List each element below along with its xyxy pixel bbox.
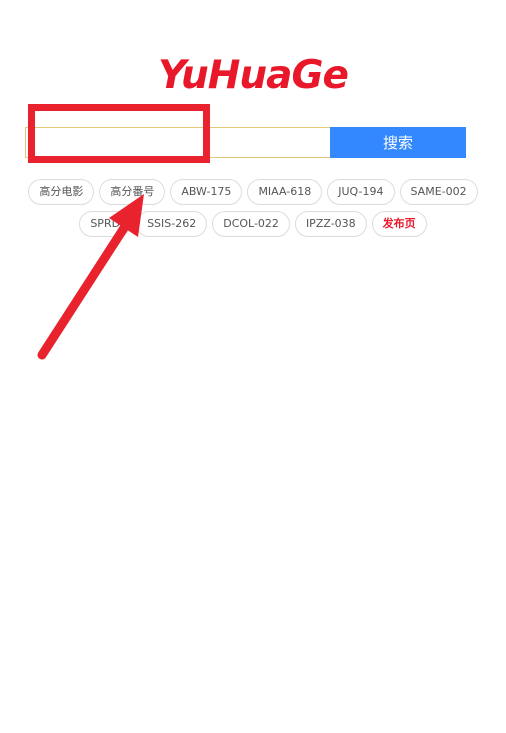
tag-high-score-codes[interactable]: 高分番号 — [99, 179, 166, 205]
tag-abw-175[interactable]: ABW-175 — [170, 179, 243, 205]
tag-dcol-022[interactable]: DCOL-022 — [212, 211, 290, 237]
tag-high-score-movies[interactable]: 高分电影 — [28, 179, 95, 205]
search-form: 搜索 — [25, 127, 466, 158]
search-button[interactable]: 搜索 — [330, 127, 466, 158]
tag-ssis-262[interactable]: SSIS-262 — [136, 211, 208, 237]
tag-sprd[interactable]: SPRD — [79, 211, 132, 237]
annotation-arrow-icon — [37, 194, 144, 360]
tag-ipzz-038[interactable]: IPZZ-038 — [294, 211, 367, 237]
hot-tags-row-1: 高分电影 高分番号 ABW-175 MIAA-618 JUQ-194 SAME-… — [0, 179, 506, 205]
hot-tags-row-2: SPRD SSIS-262 DCOL-022 IPZZ-038 发布页 — [0, 211, 506, 237]
tag-juq-194[interactable]: JUQ-194 — [327, 179, 395, 205]
search-input[interactable] — [25, 127, 330, 158]
tag-miaa-618[interactable]: MIAA-618 — [247, 179, 323, 205]
tag-same-002[interactable]: SAME-002 — [399, 179, 478, 205]
publish-page-link[interactable]: 发布页 — [371, 211, 427, 237]
site-logo[interactable]: YuHuaGe — [0, 52, 506, 100]
